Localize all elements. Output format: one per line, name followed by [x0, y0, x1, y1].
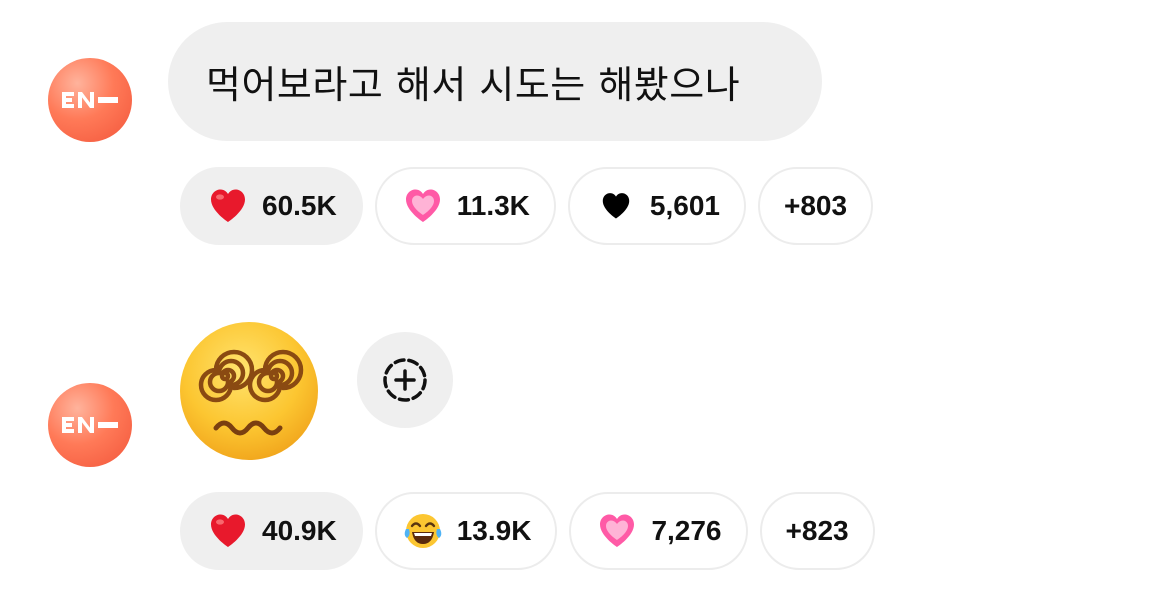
laughing-tears-icon: [403, 511, 443, 551]
more-reactions-count: +823: [785, 515, 849, 546]
more-reactions-button[interactable]: +823: [759, 492, 875, 570]
add-reaction-button[interactable]: [357, 332, 453, 428]
reaction-count: 5,601: [649, 190, 720, 221]
reaction-chip-pink-heart[interactable]: 11.3K: [374, 167, 556, 245]
reaction-count: 7,276: [651, 515, 722, 546]
message-bubble[interactable]: 먹어보라고 해서 시도는 해봤으나: [168, 22, 822, 141]
enhypen-logo: [62, 92, 118, 108]
add-reaction-icon: [383, 358, 427, 402]
reaction-count: 60.5K: [262, 190, 337, 221]
reaction-bar: 40.9K 13.9K 7,276 +823: [180, 492, 875, 570]
red-heart-icon: [208, 186, 248, 226]
chat-thread: 먹어보라고 해서 시도는 해봤으나 60.5K 11.3K 5,601 +803…: [0, 0, 1170, 594]
more-reactions-count: +803: [783, 190, 848, 221]
message-text: 먹어보라고 해서 시도는 해봤으나: [206, 63, 741, 107]
dizzy-spiral-face-emoji[interactable]: [178, 320, 320, 462]
avatar[interactable]: [48, 383, 132, 467]
reaction-chip-red-heart[interactable]: 60.5K: [180, 167, 363, 245]
enhypen-logo: [62, 417, 118, 433]
pink-heart-icon: [403, 186, 443, 226]
more-reactions-button[interactable]: +803: [757, 167, 874, 245]
reaction-chip-laughing-tears[interactable]: 13.9K: [374, 492, 558, 570]
black-heart-icon: [596, 186, 636, 226]
reaction-bar: 60.5K 11.3K 5,601 +803: [180, 167, 874, 245]
avatar[interactable]: [48, 58, 132, 142]
reaction-chip-pink-heart[interactable]: 7,276: [569, 492, 748, 570]
reaction-chip-black-heart[interactable]: 5,601: [567, 167, 746, 245]
reaction-count: 11.3K: [456, 190, 530, 221]
reaction-count: 13.9K: [456, 515, 532, 546]
pink-heart-icon: [597, 511, 637, 551]
red-heart-icon: [208, 511, 248, 551]
reaction-chip-red-heart[interactable]: 40.9K: [180, 492, 363, 570]
reaction-count: 40.9K: [262, 515, 337, 546]
